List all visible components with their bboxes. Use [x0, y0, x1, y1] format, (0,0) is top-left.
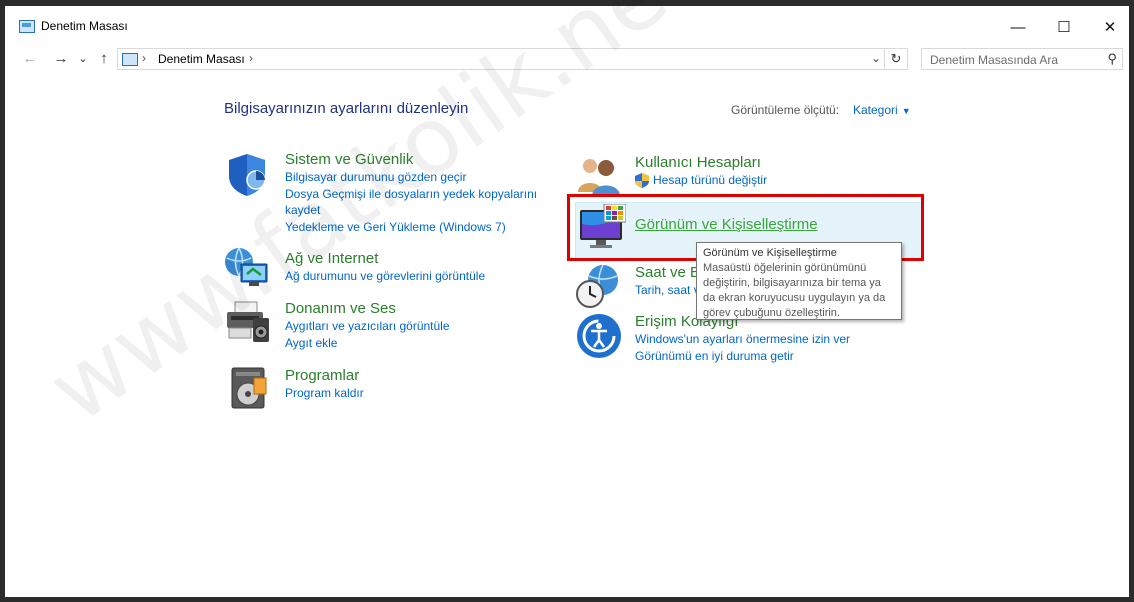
tooltip-line: görev çubuğunu özelleştirin.	[703, 307, 840, 319]
maximize-button[interactable]: ☐	[1041, 12, 1087, 42]
category-link[interactable]: Aygıtları ve yazıcıları görüntüle	[285, 318, 450, 335]
forward-button[interactable]: →	[50, 49, 72, 69]
tooltip: Görünüm ve Kişiselleştirme Masaüstü öğel…	[696, 242, 902, 320]
category-link[interactable]: Ağ durumunu ve görevlerini görüntüle	[285, 268, 485, 285]
recent-locations-button[interactable]: ⌄	[72, 49, 94, 69]
category-title[interactable]: Kullanıcı Hesapları	[635, 153, 767, 172]
ease-of-access-icon	[577, 314, 621, 358]
search-box[interactable]: Denetim Masasında Ara ⚲	[921, 48, 1123, 70]
tooltip-line: da ekran koruyucusu uygulayın ya da	[703, 292, 886, 304]
search-input[interactable]: Denetim Masasında Ara	[930, 53, 1058, 67]
shield-icon	[229, 154, 266, 196]
main-content: Bilgisayarınızın ayarlarını düzenleyin G…	[10, 0, 1124, 592]
minimize-button[interactable]: —	[995, 12, 1041, 42]
tooltip-title: Görünüm ve Kişiselleştirme	[703, 247, 837, 259]
category-title[interactable]: Programlar	[285, 366, 364, 385]
address-bar[interactable]: › Denetim Masası › ⌄ ↻	[117, 48, 908, 70]
breadcrumb-separator[interactable]: ›	[249, 51, 253, 65]
view-by-value[interactable]: Kategori	[853, 103, 898, 117]
category-user-accounts: Kullanıcı Hesapları Hesap türünü değişti…	[635, 153, 767, 189]
programs-disc-icon	[231, 367, 267, 409]
category-link[interactable]: Bilgisayar durumunu gözden geçir	[285, 169, 537, 186]
caret-down-icon: ▼	[901, 106, 911, 116]
category-programs: Programlar Program kaldır	[285, 366, 364, 402]
view-by-dropdown[interactable]: Kategori ▼	[853, 103, 911, 117]
category-link[interactable]: Aygıt ekle	[285, 335, 450, 352]
control-panel-icon	[19, 20, 35, 33]
uac-shield-icon	[635, 173, 649, 188]
refresh-button[interactable]: ↻	[884, 49, 907, 69]
category-hardware-sound: Donanım ve Ses Aygıtları ve yazıcıları g…	[285, 299, 450, 351]
control-panel-icon	[122, 53, 138, 66]
address-toolbar: ← → ⌄ ↑ › Denetim Masası › ⌄ ↻ Denetim M…	[10, 42, 1124, 76]
tooltip-line: Masaüstü öğelerinin görünümünü	[703, 262, 867, 274]
category-link[interactable]: Tarih, saat v	[635, 282, 700, 299]
category-link-label[interactable]: Hesap türünü değiştir	[653, 173, 767, 187]
control-panel-window: Denetim Masası — ☐ ✕ ← → ⌄ ↑ › Denetim M…	[0, 0, 1134, 602]
view-by-label: Görüntüleme ölçütü:	[731, 103, 840, 117]
breadcrumb-control-panel[interactable]: Denetim Masası	[158, 52, 245, 66]
category-title[interactable]: Donanım ve Ses	[285, 299, 450, 318]
category-title[interactable]: Saat ve B	[635, 263, 700, 282]
title-bar: Denetim Masası — ☐ ✕	[10, 12, 1124, 42]
close-button[interactable]: ✕	[1087, 12, 1133, 42]
category-link[interactable]: kaydet	[285, 202, 537, 219]
category-system-security: Sistem ve Güvenlik Bilgisayar durumunu g…	[285, 150, 537, 235]
category-title[interactable]: Sistem ve Güvenlik	[285, 150, 537, 169]
category-link[interactable]: Program kaldır	[285, 385, 364, 402]
category-link[interactable]: Windows'un ayarları önermesine izin ver	[635, 331, 850, 348]
category-network-internet: Ağ ve Internet Ağ durumunu ve görevlerin…	[285, 249, 485, 285]
network-globe-icon	[225, 247, 268, 286]
clock-globe-icon	[576, 264, 618, 308]
category-title[interactable]: Ağ ve Internet	[285, 249, 485, 268]
printer-speaker-icon	[227, 301, 269, 342]
category-clock-region: Saat ve B Tarih, saat v	[635, 263, 700, 299]
page-title: Bilgisayarınızın ayarlarını düzenleyin	[224, 100, 469, 117]
up-button[interactable]: ↑	[93, 49, 115, 69]
category-link[interactable]: Hesap türünü değiştir	[635, 172, 767, 189]
category-link[interactable]: Yedekleme ve Geri Yükleme (Windows 7)	[285, 219, 537, 236]
search-icon[interactable]: ⚲	[1107, 51, 1117, 67]
users-icon	[578, 159, 620, 196]
category-link[interactable]: Görünümü en iyi duruma getir	[635, 348, 850, 365]
breadcrumb-separator[interactable]: ›	[142, 51, 146, 65]
address-dropdown-button[interactable]: ⌄	[871, 51, 881, 65]
category-link[interactable]: Dosya Geçmişi ile dosyaların yedek kopya…	[285, 186, 537, 203]
back-button[interactable]: ←	[19, 49, 41, 69]
window-title: Denetim Masası	[41, 19, 128, 33]
tooltip-line: değiştirin, bilgisayarınıza bir tema ya	[703, 277, 881, 289]
